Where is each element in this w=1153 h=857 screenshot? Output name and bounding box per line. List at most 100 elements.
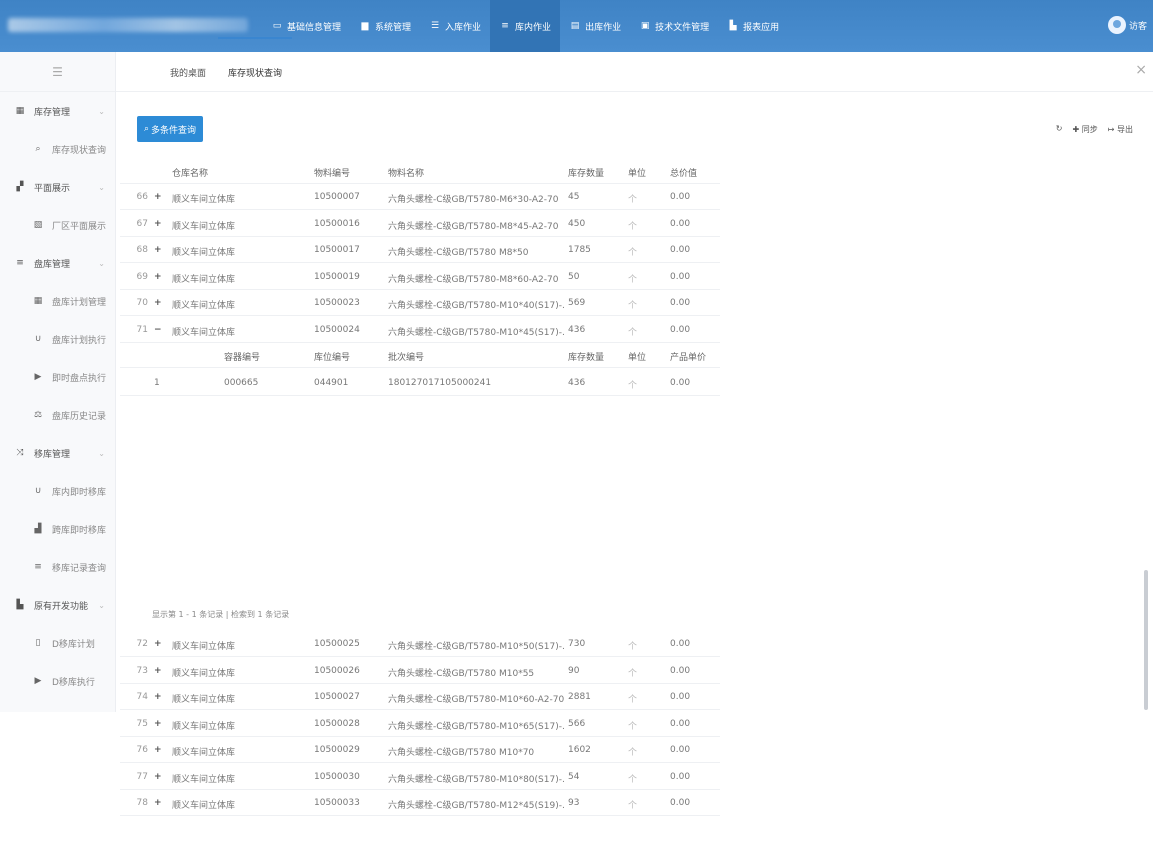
table-row[interactable]: 77 + 顺义车间立体库 10500030 六角头螺栓-C级GB/T5780-M10*8…: [120, 764, 720, 790]
warehouse-cell: 顺义车间立体库: [172, 721, 236, 732]
nav-item-tech-docs[interactable]: ▣ 技术文件管理: [630, 0, 718, 52]
nav-item-inbound[interactable]: ☰ 入库作业: [420, 0, 490, 52]
tab-my-desktop[interactable]: 我的桌面: [170, 66, 206, 79]
table-row[interactable]: 72 + 顺义车间立体库 10500025 六角头螺栓-C级GB/T5780-M10*5…: [120, 631, 720, 657]
warehouse-cell: 顺义车间立体库: [172, 274, 236, 285]
material-name-cell: 六角头螺栓-C级GB/T5780-M10*60-A2-70: [388, 695, 564, 705]
unit-cell: 个: [628, 301, 638, 311]
material-name-cell: 六角头螺栓-C级GB/T5780-M8*60-A2-70: [388, 274, 559, 285]
sidebar-collapse-icon[interactable]: ☰: [0, 52, 115, 92]
sync-button[interactable]: ✚ 同步: [1073, 124, 1098, 135]
expand-toggle-icon[interactable]: +: [154, 719, 162, 729]
table-row[interactable]: 74 + 顺义车间立体库 10500027 六角头螺栓-C级GB/T5780-M10*6…: [120, 684, 720, 710]
expand-toggle-icon[interactable]: +: [154, 245, 162, 255]
sub-table-row[interactable]: 1 000665 044901 180127017105000241 436 个…: [120, 370, 720, 396]
expand-toggle-icon[interactable]: −: [154, 325, 162, 335]
expand-toggle-icon[interactable]: +: [154, 639, 162, 649]
nav-item-outbound[interactable]: ▤ 出库作业: [560, 0, 630, 52]
user-name: 访客: [1128, 21, 1147, 32]
table-row[interactable]: 73 + 顺义车间立体库 10500026 六角头螺栓-C级GB/T5780 M10*5…: [120, 658, 720, 684]
monitor-icon: ▭: [272, 21, 282, 31]
list-icon: ≡: [501, 21, 509, 31]
sidebar-group-inventory[interactable]: ▦ 库存管理 ⌄: [0, 92, 115, 130]
sidebar-item-d-transfer-exec[interactable]: ▶ D移库执行: [0, 662, 115, 700]
warehouse-cell: 顺义车间立体库: [172, 327, 236, 338]
qty-cell: 436: [568, 324, 586, 335]
value-cell: 0.00: [670, 218, 691, 229]
warehouse-cell: 顺义车间立体库: [172, 248, 236, 258]
table-row[interactable]: 67 + 顺义车间立体库 10500016 六角头螺栓-C级GB/T5780-M8*45…: [120, 211, 720, 237]
sidebar-item-factory-plan[interactable]: ▧ 厂区平面展示: [0, 206, 115, 244]
nav-item-warehouse-ops[interactable]: ≡ 库内作业: [490, 0, 561, 52]
nav-item-system[interactable]: ▆ 系统管理: [350, 0, 420, 52]
warehouse-cell: 顺义车间立体库: [172, 195, 236, 205]
warehouse-cell: 顺义车间立体库: [172, 801, 236, 811]
tab-bar: 我的桌面 库存现状查询 ×: [116, 52, 1153, 92]
qty-cell: 566: [568, 718, 586, 729]
material-code-cell: 10500024: [314, 324, 360, 335]
header-unit[interactable]: 单位: [628, 166, 646, 179]
expand-toggle-icon[interactable]: +: [154, 666, 162, 676]
refresh-icon[interactable]: ↻: [1056, 124, 1063, 135]
scale-icon: ⚖: [33, 410, 43, 420]
sidebar-item-cross-transfer[interactable]: ▟ 跨库即时移库: [0, 510, 115, 548]
multi-condition-query-button[interactable]: ⌕ 多条件查询: [137, 116, 203, 142]
expand-toggle-icon[interactable]: +: [154, 192, 162, 202]
header-warehouse[interactable]: 仓库名称: [172, 166, 208, 179]
unit-cell: 个: [628, 248, 638, 258]
table-row[interactable]: 78 + 顺义车间立体库 10500033 六角头螺栓-C级GB/T5780-M12*4…: [120, 790, 720, 816]
sidebar-item-internal-transfer[interactable]: ∪ 库内即时移库: [0, 472, 115, 510]
truck-icon: ▟: [34, 524, 42, 534]
sidebar-item-stocktake-history[interactable]: ⚖ 盘库历史记录: [0, 396, 115, 434]
expand-toggle-icon[interactable]: +: [154, 745, 162, 755]
qty-cell: 1785: [568, 245, 591, 255]
tab-stock-query[interactable]: 库存现状查询: [228, 66, 282, 79]
export-button[interactable]: ↦ 导出: [1108, 124, 1133, 135]
value-cell: 0.00: [670, 718, 691, 729]
sidebar-group-plan-view[interactable]: ▞ 平面展示 ⌄: [0, 168, 115, 206]
expand-toggle-icon[interactable]: +: [154, 298, 162, 308]
row-number: 72: [136, 639, 148, 649]
sidebar-item-stocktake-plan[interactable]: ▦ 盘库计划管理: [0, 282, 115, 320]
sidebar-item-stock-query[interactable]: ⌕ 库存现状查询: [0, 130, 115, 168]
table-row[interactable]: 70 + 顺义车间立体库 10500023 六角头螺栓-C级GB/T5780-M10*4…: [120, 290, 720, 316]
user-menu[interactable]: 访客: [1107, 16, 1147, 34]
expand-toggle-icon[interactable]: +: [154, 692, 162, 702]
expand-toggle-icon[interactable]: +: [154, 772, 162, 782]
sidebar-item-instant-count[interactable]: ▶ 即时盘点执行: [0, 358, 115, 396]
sidebar-item-d-transfer-plan[interactable]: ▯ D移库计划: [0, 624, 115, 662]
sidebar-item-stocktake-exec[interactable]: ∪ 盘库计划执行: [0, 320, 115, 358]
table-row[interactable]: 68 + 顺义车间立体库 10500017 六角头螺栓-C级GB/T5780 M8*50…: [120, 237, 720, 263]
expand-toggle-icon[interactable]: +: [154, 272, 162, 282]
vertical-scrollbar[interactable]: [1144, 570, 1148, 710]
header-material-code[interactable]: 物料编号: [314, 166, 350, 179]
nav-item-basic-info[interactable]: ▭ 基础信息管理: [262, 0, 350, 52]
plan-icon: ▞: [16, 182, 24, 192]
chevron-down-icon: ⌄: [98, 600, 105, 610]
table-row[interactable]: 76 + 顺义车间立体库 10500029 六角头螺栓-C级GB/T5780 M10*7…: [120, 737, 720, 763]
table-row[interactable]: 66 + 顺义车间立体库 10500007 六角头螺栓-C级GB/T5780-M6*30…: [120, 184, 720, 210]
unit-cell: 个: [628, 221, 638, 232]
unit-cell: 个: [628, 801, 638, 811]
header-total-value[interactable]: 总价值: [670, 166, 697, 179]
sidebar-group-transfer[interactable]: ⤨ 移库管理 ⌄: [0, 434, 115, 472]
material-code-cell: 10500029: [314, 745, 360, 755]
unit-cell: 个: [628, 274, 638, 285]
material-code-cell: 10500025: [314, 639, 360, 649]
sidebar-item-transfer-records[interactable]: ≡ 移库记录查询: [0, 548, 115, 586]
table-row[interactable]: 69 + 顺义车间立体库 10500019 六角头螺栓-C级GB/T5780-M8*60…: [120, 264, 720, 290]
table-row[interactable]: 71− 顺义车间立体库 10500024 六角头螺栓-C级GB/T5780-M10*4…: [120, 317, 720, 343]
grid-icon: ▦: [33, 296, 43, 306]
sidebar-group-legacy[interactable]: ▙ 原有开发功能 ⌄: [0, 586, 115, 624]
header-material-name[interactable]: 物料名称: [388, 166, 564, 179]
header-container: 容器编号: [224, 353, 261, 363]
expand-toggle-icon[interactable]: +: [154, 219, 162, 229]
sidebar-group-stocktake[interactable]: ≡ 盘库管理 ⌄: [0, 244, 115, 282]
close-icon[interactable]: ×: [1135, 62, 1147, 78]
nav-item-reports[interactable]: ▙ 报表应用: [718, 0, 788, 52]
table-row[interactable]: 75 + 顺义车间立体库 10500028 六角头螺栓-C级GB/T5780-M10*6…: [120, 711, 720, 737]
expand-toggle-icon[interactable]: +: [154, 798, 162, 808]
header-qty[interactable]: 库存数量: [568, 166, 604, 179]
menu-icon: ≡: [16, 258, 24, 268]
magnet-icon: ∪: [34, 334, 42, 344]
